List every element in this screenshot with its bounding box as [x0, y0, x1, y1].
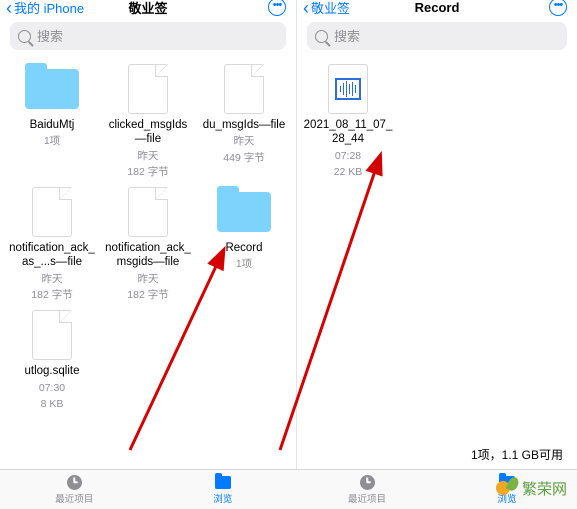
item-name: du_msgIds—file [203, 118, 285, 132]
grid-item-folder-record[interactable]: Record 1项 [199, 189, 289, 302]
right-pane: ‹ 敬业签 Record ••• 2021_08_11_07_28_44 07:… [297, 0, 577, 509]
item-name: utlog.sqlite [25, 364, 80, 378]
item-name: notification_ack_as_...s—file [7, 241, 97, 270]
item-name: Record [225, 241, 262, 255]
navbar-right: ‹ 敬业签 Record ••• [297, 0, 577, 14]
item-meta: 昨天 [138, 272, 159, 286]
waveform-icon [335, 78, 361, 100]
back-label: 我的 iPhone [14, 0, 84, 17]
back-button[interactable]: ‹ 敬业签 [303, 0, 350, 17]
search-icon [18, 30, 31, 43]
tab-recent[interactable]: 最近项目 [0, 470, 149, 509]
folder-icon [215, 476, 231, 489]
clock-icon [67, 475, 82, 490]
chevron-left-icon: ‹ [303, 1, 309, 15]
tab-recent[interactable]: 最近项目 [297, 470, 437, 509]
left-pane: ‹ 我的 iPhone 敬业签 ••• BaiduMtj 1项 clicked_… [0, 0, 297, 509]
tabbar-left: 最近项目 浏览 [0, 469, 297, 509]
tab-label: 最近项目 [348, 491, 386, 505]
grid-item-file[interactable]: du_msgIds—file 昨天 449 字节 [199, 66, 289, 179]
item-size: 182 字节 [127, 288, 168, 302]
item-meta: 07:28 [335, 149, 361, 163]
more-button[interactable]: ••• [549, 0, 567, 16]
file-grid: BaiduMtj 1项 clicked_msgIds—file 昨天 182 字… [0, 56, 296, 421]
more-button[interactable]: ••• [268, 0, 286, 16]
page-title: Record [415, 0, 460, 15]
item-meta: 1项 [44, 134, 60, 148]
item-name: clicked_msgIds—file [103, 118, 193, 147]
navbar-left: ‹ 我的 iPhone 敬业签 ••• [0, 0, 296, 14]
item-meta: 1项 [236, 257, 252, 271]
search-input[interactable] [37, 29, 278, 44]
item-meta: 昨天 [42, 272, 63, 286]
grid-item-file[interactable]: notification_ack_as_...s—file 昨天 182 字节 [7, 189, 97, 302]
item-name: BaiduMtj [30, 118, 75, 132]
search-bar[interactable] [307, 22, 567, 50]
file-grid: 2021_08_11_07_28_44 07:28 22 KB [297, 56, 577, 189]
page-title: 敬业签 [128, 0, 167, 17]
grid-item-file[interactable]: notification_ack_msgids—file 昨天 182 字节 [103, 189, 193, 302]
grid-item-file[interactable]: clicked_msgIds—file 昨天 182 字节 [103, 66, 193, 179]
item-size: 182 字节 [127, 165, 168, 179]
tab-label: 最近项目 [55, 491, 93, 505]
item-size: 8 KB [41, 397, 64, 411]
folder-icon [217, 192, 271, 232]
back-label: 敬业签 [311, 0, 350, 17]
storage-status: 1项，1.1 GB可用 [471, 446, 563, 463]
ellipsis-icon: ••• [554, 0, 563, 11]
grid-item-folder[interactable]: BaiduMtj 1项 [7, 66, 97, 179]
ellipsis-icon: ••• [273, 0, 282, 11]
item-size: 182 字节 [31, 288, 72, 302]
item-name: notification_ack_msgids—file [103, 241, 193, 270]
file-icon [32, 187, 72, 237]
folder-icon [25, 69, 79, 109]
back-button[interactable]: ‹ 我的 iPhone [6, 0, 84, 17]
item-size: 449 字节 [223, 151, 264, 165]
item-name: 2021_08_11_07_28_44 [303, 118, 393, 147]
search-input[interactable] [334, 29, 559, 44]
item-meta: 昨天 [234, 134, 255, 148]
search-bar[interactable] [10, 22, 286, 50]
file-icon [224, 64, 264, 114]
item-size: 22 KB [334, 165, 363, 179]
grid-item-audio[interactable]: 2021_08_11_07_28_44 07:28 22 KB [303, 66, 393, 179]
grid-item-file[interactable]: utlog.sqlite 07:30 8 KB [7, 312, 97, 411]
file-icon [128, 187, 168, 237]
watermark: 繁荣网 [496, 477, 567, 499]
search-icon [315, 30, 328, 43]
tab-browse[interactable]: 浏览 [149, 470, 298, 509]
item-meta: 昨天 [138, 149, 159, 163]
chevron-left-icon: ‹ [6, 1, 12, 15]
file-icon [128, 64, 168, 114]
watermark-text: 繁荣网 [522, 478, 567, 499]
file-icon [32, 310, 72, 360]
clock-icon [360, 475, 375, 490]
tab-label: 浏览 [213, 491, 232, 505]
audio-file-icon [328, 64, 368, 114]
item-meta: 07:30 [39, 381, 65, 395]
watermark-icon [496, 477, 518, 499]
